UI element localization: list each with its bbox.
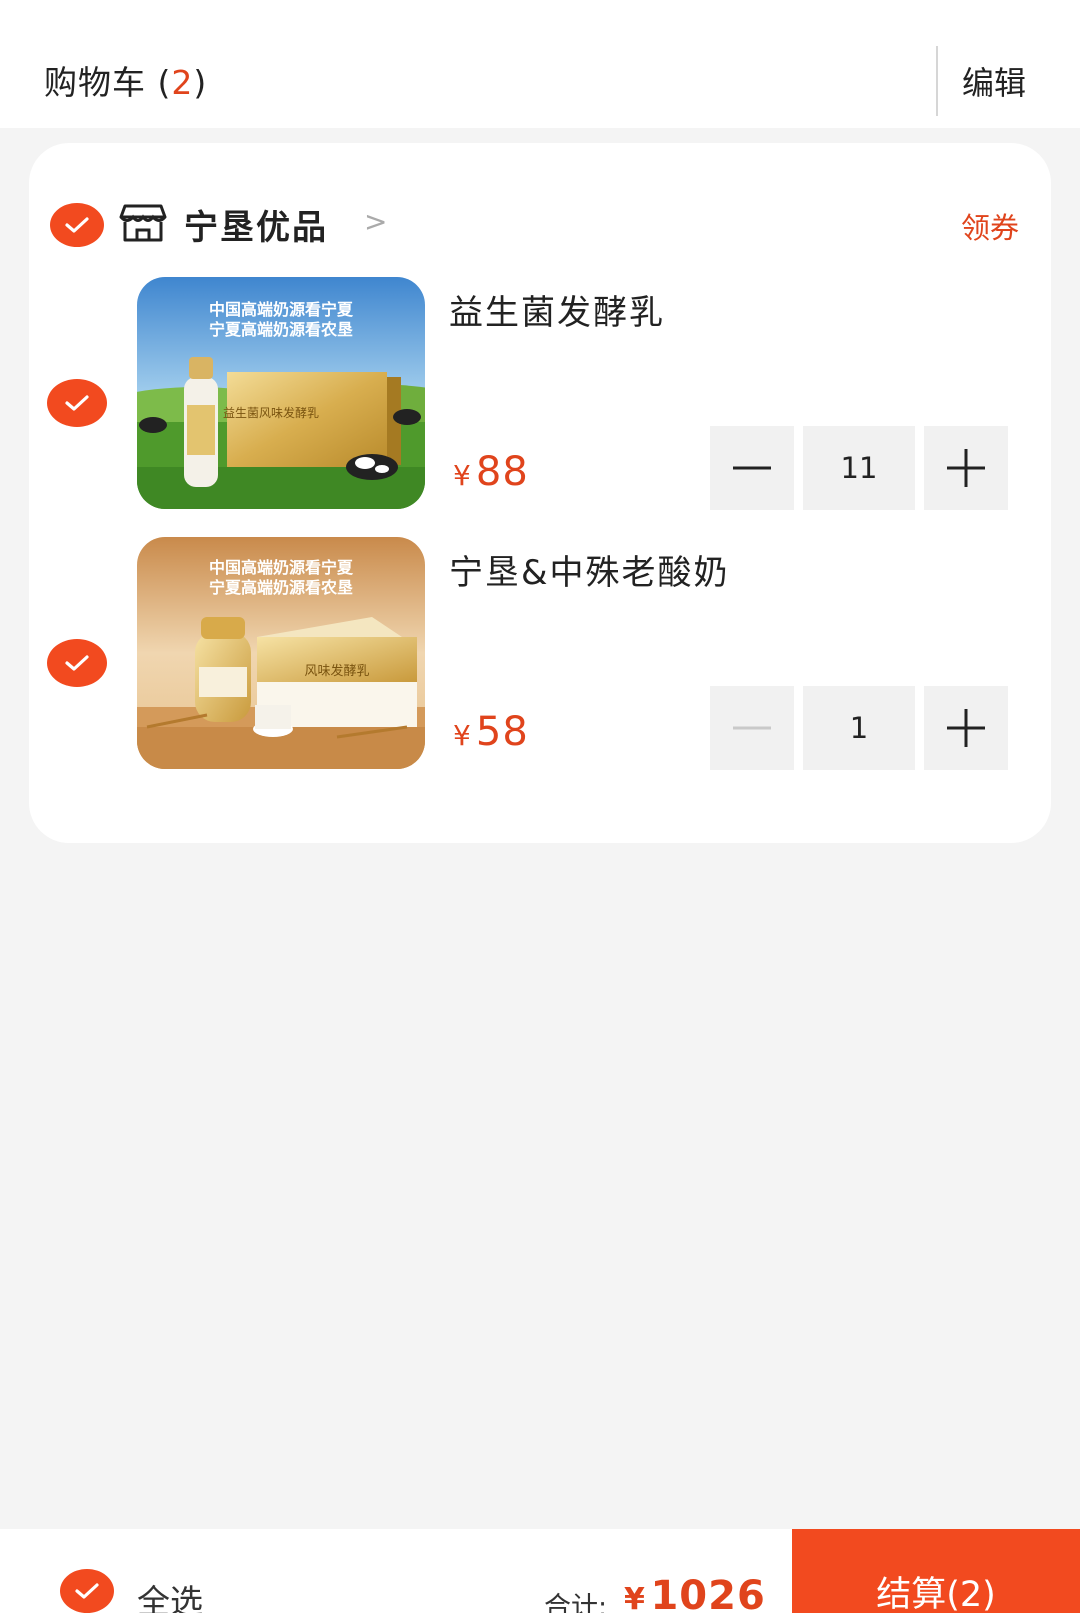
edit-button[interactable]: 编辑	[962, 58, 1026, 104]
store-icon	[119, 204, 167, 242]
cart-count-close: )	[193, 63, 208, 102]
image-text-line1: 中国高端奶源看宁夏	[209, 558, 354, 577]
header-divider	[936, 46, 938, 116]
image-text-line2: 宁夏高端奶源看农垦	[209, 578, 353, 597]
total-price: ¥ 1026	[624, 1573, 766, 1613]
checkout-button[interactable]: 结算(2)	[792, 1529, 1080, 1613]
total-label: 合计:	[544, 1592, 608, 1613]
checkmark-icon	[65, 395, 89, 411]
minus-icon	[733, 726, 771, 730]
image-product-label: 益生菌风味发酵乳	[223, 405, 319, 420]
image-product-label: 风味发酵乳	[304, 663, 369, 679]
cart-title-text: 购物车	[44, 63, 146, 102]
shop-card: 宁垦优品 > 领券 中国高端奶源看宁夏 宁夏高端奶源看农垦 益生菌风味发酵乳 益…	[29, 143, 1051, 843]
quantity-input[interactable]: 1	[803, 686, 915, 770]
quantity-stepper: 1	[710, 686, 1015, 770]
decrease-button[interactable]	[710, 686, 794, 770]
image-text-line1: 中国高端奶源看宁夏	[209, 300, 354, 319]
checkmark-icon	[75, 1583, 99, 1599]
image-text-line2: 宁夏高端奶源看农垦	[209, 320, 353, 339]
currency-symbol: ¥	[453, 719, 471, 752]
coupon-button[interactable]: 领券	[961, 205, 1019, 247]
plus-icon	[947, 709, 985, 747]
currency-symbol: ¥	[624, 1582, 645, 1613]
total-value: 1026	[650, 1573, 766, 1613]
quantity-input[interactable]: 11	[803, 426, 915, 510]
item-select-checkbox[interactable]	[47, 639, 107, 687]
minus-icon	[733, 466, 771, 470]
checkmark-icon	[65, 217, 89, 233]
increase-button[interactable]	[924, 686, 1008, 770]
cart-item: 中国高端奶源看宁夏 宁夏高端奶源看农垦 益生菌风味发酵乳 益生菌发酵乳 ¥ 88…	[29, 277, 1051, 510]
page-title: 购物车 (2)	[44, 56, 207, 104]
product-image[interactable]: 中国高端奶源看宁夏 宁夏高端奶源看农垦 风味发酵乳	[137, 537, 425, 769]
chevron-right-icon[interactable]: >	[364, 205, 387, 238]
select-all-checkbox[interactable]	[60, 1569, 114, 1613]
item-select-checkbox[interactable]	[47, 379, 107, 427]
cart-count: 2	[171, 63, 194, 102]
checkout-label: 结算(2)	[876, 1575, 996, 1613]
top-bar: 购物车 (2) 编辑	[0, 0, 1080, 128]
product-price: ¥ 58	[453, 709, 529, 755]
shop-select-checkbox[interactable]	[50, 203, 104, 247]
increase-button[interactable]	[924, 426, 1008, 510]
decrease-button[interactable]	[710, 426, 794, 510]
currency-symbol: ¥	[453, 459, 471, 492]
quantity-stepper: 11	[710, 426, 1015, 510]
price-value: 88	[475, 449, 529, 495]
product-name[interactable]: 益生菌发酵乳	[449, 285, 665, 334]
product-price: ¥ 88	[453, 449, 529, 495]
price-value: 58	[475, 709, 529, 755]
product-name[interactable]: 宁垦&中殊老酸奶	[449, 545, 730, 594]
plus-icon	[947, 449, 985, 487]
checkout-bar: 全选 合计: ¥ 1026 结算(2)	[0, 1529, 1080, 1613]
select-all-label[interactable]: 全选	[137, 1575, 203, 1613]
product-image[interactable]: 中国高端奶源看宁夏 宁夏高端奶源看农垦 益生菌风味发酵乳	[137, 277, 425, 509]
cart-count-open: (	[157, 63, 172, 102]
checkmark-icon	[65, 655, 89, 671]
shop-name[interactable]: 宁垦优品	[184, 200, 328, 249]
cart-item: 中国高端奶源看宁夏 宁夏高端奶源看农垦 风味发酵乳 宁垦&中殊老酸奶 ¥ 58 …	[29, 537, 1051, 770]
